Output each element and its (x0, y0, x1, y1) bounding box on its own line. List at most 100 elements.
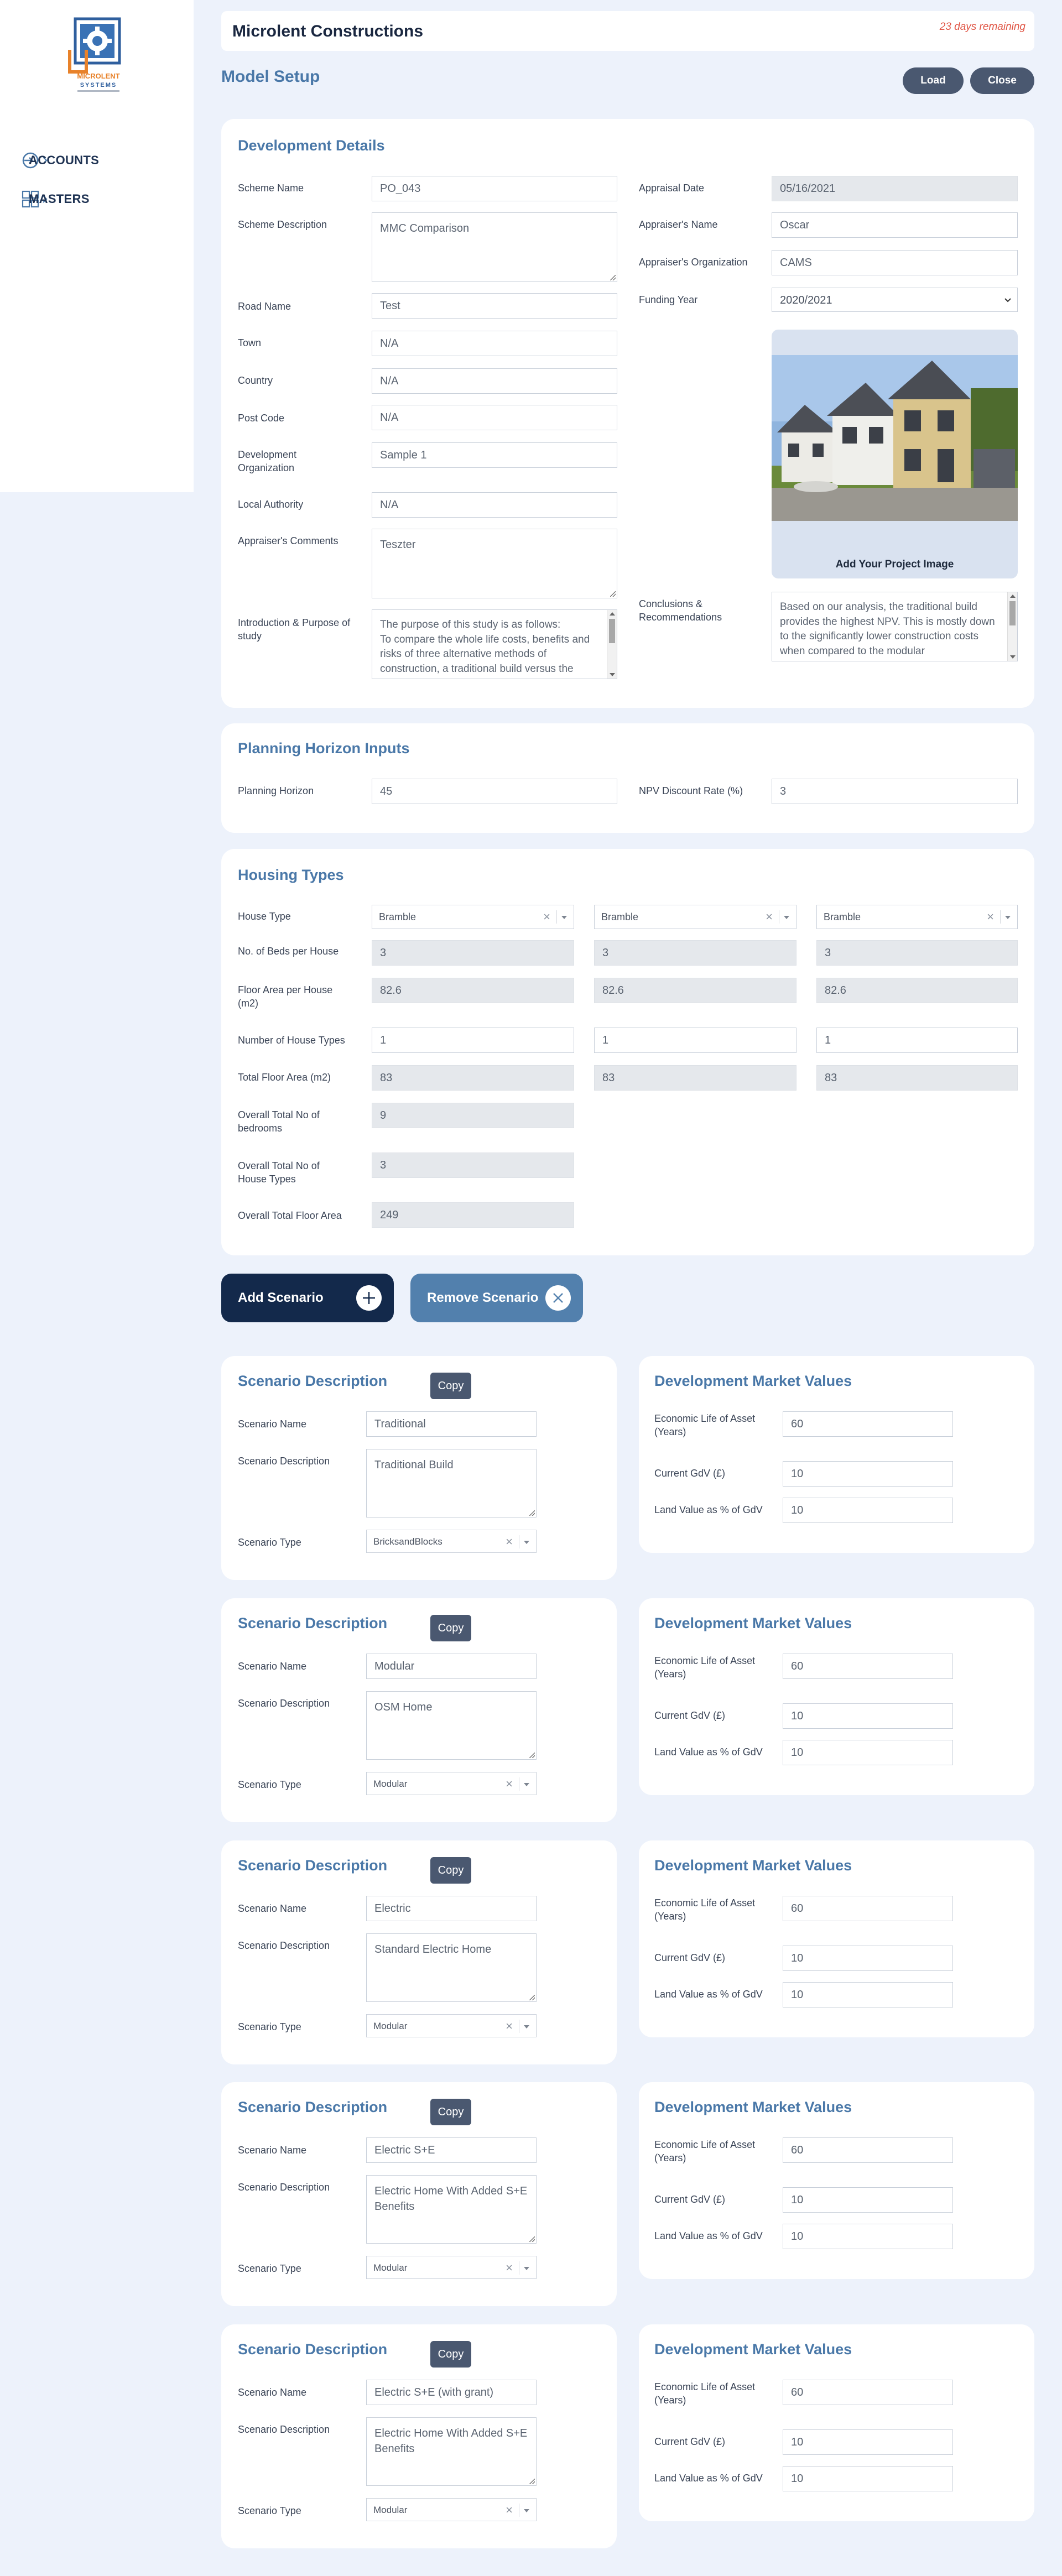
appraisal-date-input[interactable]: 05/16/2021 (772, 176, 1018, 201)
conclusions-textarea[interactable]: Based on our analysis, the traditional b… (772, 592, 1018, 661)
economic-life-input[interactable]: 60 (783, 1896, 953, 1921)
economic-life-input[interactable]: 60 (783, 1411, 953, 1437)
remove-scenario-button[interactable]: Remove Scenario (410, 1274, 583, 1322)
current-gdv-input[interactable]: 10 (783, 1461, 953, 1487)
scenario-name-input[interactable]: Electric S+E (366, 2137, 537, 2163)
development-organization-input[interactable]: Sample 1 (372, 442, 617, 468)
caret-down-icon[interactable] (561, 916, 567, 919)
close-button[interactable]: Close (970, 67, 1034, 94)
scenario-type-select[interactable]: Modular × (366, 1772, 537, 1795)
clear-icon[interactable]: × (506, 2019, 513, 2033)
planning-horizon-input[interactable]: 45 (372, 779, 617, 804)
total-floor-area-input-3[interactable]: 83 (816, 1065, 1018, 1091)
total-floor-area-input-2[interactable]: 83 (594, 1065, 796, 1091)
total-floor-area-input-1[interactable]: 83 (372, 1065, 574, 1091)
scrollbar[interactable] (1007, 592, 1017, 661)
floor-area-input-1[interactable]: 82.6 (372, 978, 574, 1003)
clear-icon[interactable]: × (543, 910, 550, 924)
appraisers-organization-input[interactable]: CAMS (772, 250, 1018, 275)
floor-area-input-3[interactable]: 82.6 (816, 978, 1018, 1003)
scenario-name-input[interactable]: Electric (366, 1896, 537, 1921)
resize-grip-icon[interactable] (529, 2236, 535, 2242)
scenario-type-select[interactable]: BricksandBlocks × (366, 1530, 537, 1553)
current-gdv-input[interactable]: 10 (783, 2187, 953, 2213)
caret-down-icon[interactable] (524, 2025, 529, 2029)
clear-icon[interactable]: × (506, 1535, 513, 1549)
overall-total-bedrooms-input[interactable]: 9 (372, 1103, 574, 1128)
number-of-house-types-input-1[interactable]: 1 (372, 1028, 574, 1053)
appraisers-name-input[interactable]: Oscar (772, 212, 1018, 238)
scrollbar[interactable] (607, 610, 617, 679)
npv-discount-rate-input[interactable]: 3 (772, 779, 1018, 804)
copy-scenario-button[interactable]: Copy (430, 2341, 471, 2368)
resize-grip-icon[interactable] (610, 591, 616, 597)
sidebar-item-accounts[interactable]: ACCOUNTS (21, 149, 181, 171)
economic-life-input[interactable]: 60 (783, 2137, 953, 2163)
caret-down-icon[interactable] (524, 2509, 529, 2512)
copy-scenario-button[interactable]: Copy (430, 1615, 471, 1641)
appraisers-comments-textarea[interactable]: Teszter (372, 529, 617, 598)
copy-scenario-button[interactable]: Copy (430, 1857, 471, 1884)
country-input[interactable]: N/A (372, 368, 617, 394)
economic-life-input[interactable]: 60 (783, 1654, 953, 1679)
number-of-house-types-input-3[interactable]: 1 (816, 1028, 1018, 1053)
scroll-thumb[interactable] (609, 619, 615, 643)
scenario-description-textarea[interactable]: OSM Home (366, 1691, 537, 1760)
clear-icon[interactable]: × (506, 1777, 513, 1791)
caret-down-icon[interactable] (784, 916, 789, 919)
funding-year-select[interactable]: 2020/2021 (772, 288, 1018, 312)
number-of-house-types-input-2[interactable]: 1 (594, 1028, 796, 1053)
resize-grip-icon[interactable] (529, 1753, 535, 1758)
scheme-description-textarea[interactable]: MMC Comparison (372, 212, 617, 282)
scenario-type-select[interactable]: Modular × (366, 2256, 537, 2279)
scroll-up-icon[interactable] (610, 612, 615, 616)
scenario-description-textarea[interactable]: Electric Home With Added S+E Benefits (366, 2175, 537, 2244)
intro-purpose-textarea[interactable]: The purpose of this study is as follows:… (372, 609, 617, 679)
caret-down-icon[interactable] (524, 1541, 529, 1544)
house-type-select-1[interactable]: Bramble × (372, 905, 574, 929)
land-value-input[interactable]: 10 (783, 2466, 953, 2491)
caret-down-icon[interactable] (1005, 916, 1011, 919)
caret-down-icon[interactable] (524, 1783, 529, 1786)
beds-input-1[interactable]: 3 (372, 940, 574, 966)
beds-input-3[interactable]: 3 (816, 940, 1018, 966)
scenario-name-input[interactable]: Modular (366, 1654, 537, 1679)
scenario-type-select[interactable]: Modular × (366, 2014, 537, 2037)
scenario-description-textarea[interactable]: Traditional Build (366, 1449, 537, 1518)
copy-scenario-button[interactable]: Copy (430, 2099, 471, 2125)
resize-grip-icon[interactable] (529, 1510, 535, 1516)
land-value-input[interactable]: 10 (783, 1982, 953, 2007)
post-code-input[interactable]: N/A (372, 405, 617, 430)
caret-down-icon[interactable] (524, 2267, 529, 2270)
resize-grip-icon[interactable] (529, 2479, 535, 2484)
resize-grip-icon[interactable] (610, 275, 616, 280)
resize-grip-icon[interactable] (529, 1995, 535, 2000)
scroll-thumb[interactable] (1009, 601, 1016, 625)
floor-area-input-2[interactable]: 82.6 (594, 978, 796, 1003)
load-button[interactable]: Load (903, 67, 964, 94)
scroll-down-icon[interactable] (610, 673, 615, 676)
land-value-input[interactable]: 10 (783, 1740, 953, 1765)
current-gdv-input[interactable]: 10 (783, 2429, 953, 2455)
sidebar-item-masters[interactable]: MASTERS (21, 188, 181, 210)
overall-total-house-types-input[interactable]: 3 (372, 1153, 574, 1178)
town-input[interactable]: N/A (372, 331, 617, 356)
project-image-upload[interactable]: Add Your Project Image (772, 330, 1018, 578)
scenario-type-select[interactable]: Modular × (366, 2498, 537, 2521)
clear-icon[interactable]: × (506, 2503, 513, 2517)
current-gdv-input[interactable]: 10 (783, 1946, 953, 1971)
scheme-name-input[interactable]: PO_043 (372, 176, 617, 201)
house-type-select-2[interactable]: Bramble × (594, 905, 796, 929)
copy-scenario-button[interactable]: Copy (430, 1373, 471, 1399)
beds-input-2[interactable]: 3 (594, 940, 796, 966)
add-scenario-button[interactable]: Add Scenario (221, 1274, 394, 1322)
clear-icon[interactable]: × (506, 2261, 513, 2275)
clear-icon[interactable]: × (766, 910, 773, 924)
road-name-input[interactable]: Test (372, 293, 617, 319)
scenario-description-textarea[interactable]: Standard Electric Home (366, 1933, 537, 2002)
scroll-down-icon[interactable] (1010, 655, 1016, 659)
scroll-up-icon[interactable] (1010, 595, 1016, 598)
scenario-description-textarea[interactable]: Electric Home With Added S+E Benefits (366, 2417, 537, 2486)
economic-life-input[interactable]: 60 (783, 2380, 953, 2405)
land-value-input[interactable]: 10 (783, 2224, 953, 2249)
